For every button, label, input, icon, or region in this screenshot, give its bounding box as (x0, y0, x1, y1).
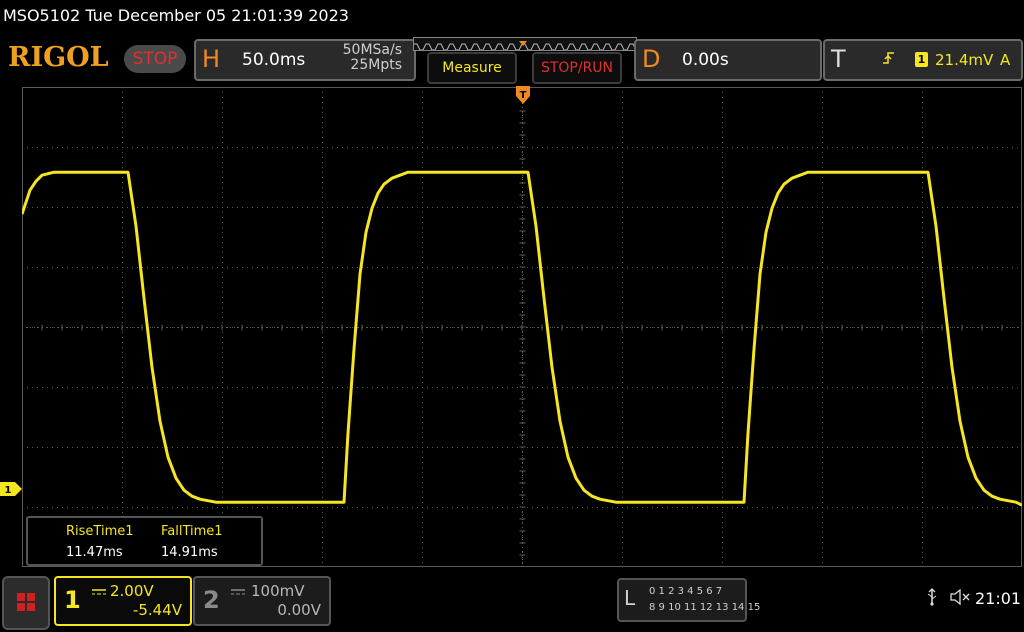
acquisition-info: 50MSa/s 25Mpts (332, 43, 402, 73)
run-state-button[interactable]: STOP (124, 45, 186, 73)
ch1-marker-label: 1 (5, 485, 12, 496)
speaker-muted-icon[interactable] (950, 588, 972, 609)
measurement-panel[interactable]: RiseTime1 11.47ms FallTime1 14.91ms (26, 516, 263, 566)
trigger-panel[interactable]: T 1 21.4mV A (823, 39, 1023, 81)
trigger-level: 21.4mV (935, 51, 994, 69)
trigger-label: T (831, 45, 846, 73)
main-menu-button[interactable] (2, 576, 50, 630)
horizontal-label: H (202, 45, 221, 73)
channel-1-offset: -5.44V (132, 601, 182, 619)
trigger-marker-letter: T (520, 90, 527, 101)
dc-coupling-icon (231, 585, 245, 599)
overview-trace (414, 43, 636, 50)
timebase-value: 50.0ms (242, 50, 306, 70)
channel-1-panel[interactable]: 1 2.00V -5.44V (54, 576, 192, 626)
channel-2-scale: 100mV (251, 582, 305, 600)
waveform-display[interactable] (22, 87, 1022, 567)
measurement-value: 14.91ms (161, 545, 218, 560)
channel-2-panel[interactable]: 2 100mV 0.00V (193, 576, 331, 626)
measurement-label: FallTime1 (161, 524, 223, 539)
delay-label: D (642, 45, 661, 73)
channel-2-number: 2 (203, 586, 220, 614)
logic-analyzer-panel[interactable]: L 0 1 2 3 4 5 6 7 8 9 10 11 12 13 14 15 (617, 578, 760, 622)
memory-overview-bar[interactable] (413, 37, 637, 51)
trigger-mode: A (1000, 51, 1011, 69)
measure-button[interactable]: Measure (427, 52, 517, 84)
sample-rate: 50MSa/s (342, 42, 402, 58)
logic-label: L (624, 586, 636, 610)
stop-run-button[interactable]: STOP/RUN (532, 52, 622, 84)
ch1-offset-marker[interactable]: 1 (0, 482, 22, 496)
rigol-logo: RIGOL (8, 42, 109, 73)
trigger-time-marker[interactable]: T (515, 86, 531, 108)
grid-menu-icon (17, 593, 35, 611)
logic-channels-row-1: 0 1 2 3 4 5 6 7 (649, 586, 723, 597)
horizontal-panel[interactable]: H 50.0ms 50MSa/s 25Mpts (194, 39, 416, 81)
usb-icon (925, 588, 939, 610)
dc-coupling-icon (92, 585, 106, 599)
channel-2-offset: 0.00V (277, 601, 321, 619)
graticule (22, 87, 1022, 567)
measurement-label: RiseTime1 (66, 524, 134, 539)
measurement-value: 11.47ms (66, 545, 123, 560)
rising-edge-icon (881, 50, 897, 70)
logic-channels-row-2: 8 9 10 11 12 13 14 15 (649, 602, 761, 613)
memory-overview-waveform (414, 41, 636, 50)
delay-value: 0.00s (682, 50, 729, 70)
clock: 21:01 (975, 589, 1022, 608)
memory-depth: 25Mpts (350, 57, 402, 73)
channel-1-scale: 2.00V (110, 582, 154, 600)
window-title: MSO5102 Tue December 05 21:01:39 2023 (3, 6, 349, 25)
channel-1-number: 1 (64, 586, 81, 614)
delay-panel[interactable]: D 0.00s (634, 39, 822, 81)
trigger-source-badge: 1 (915, 52, 928, 67)
